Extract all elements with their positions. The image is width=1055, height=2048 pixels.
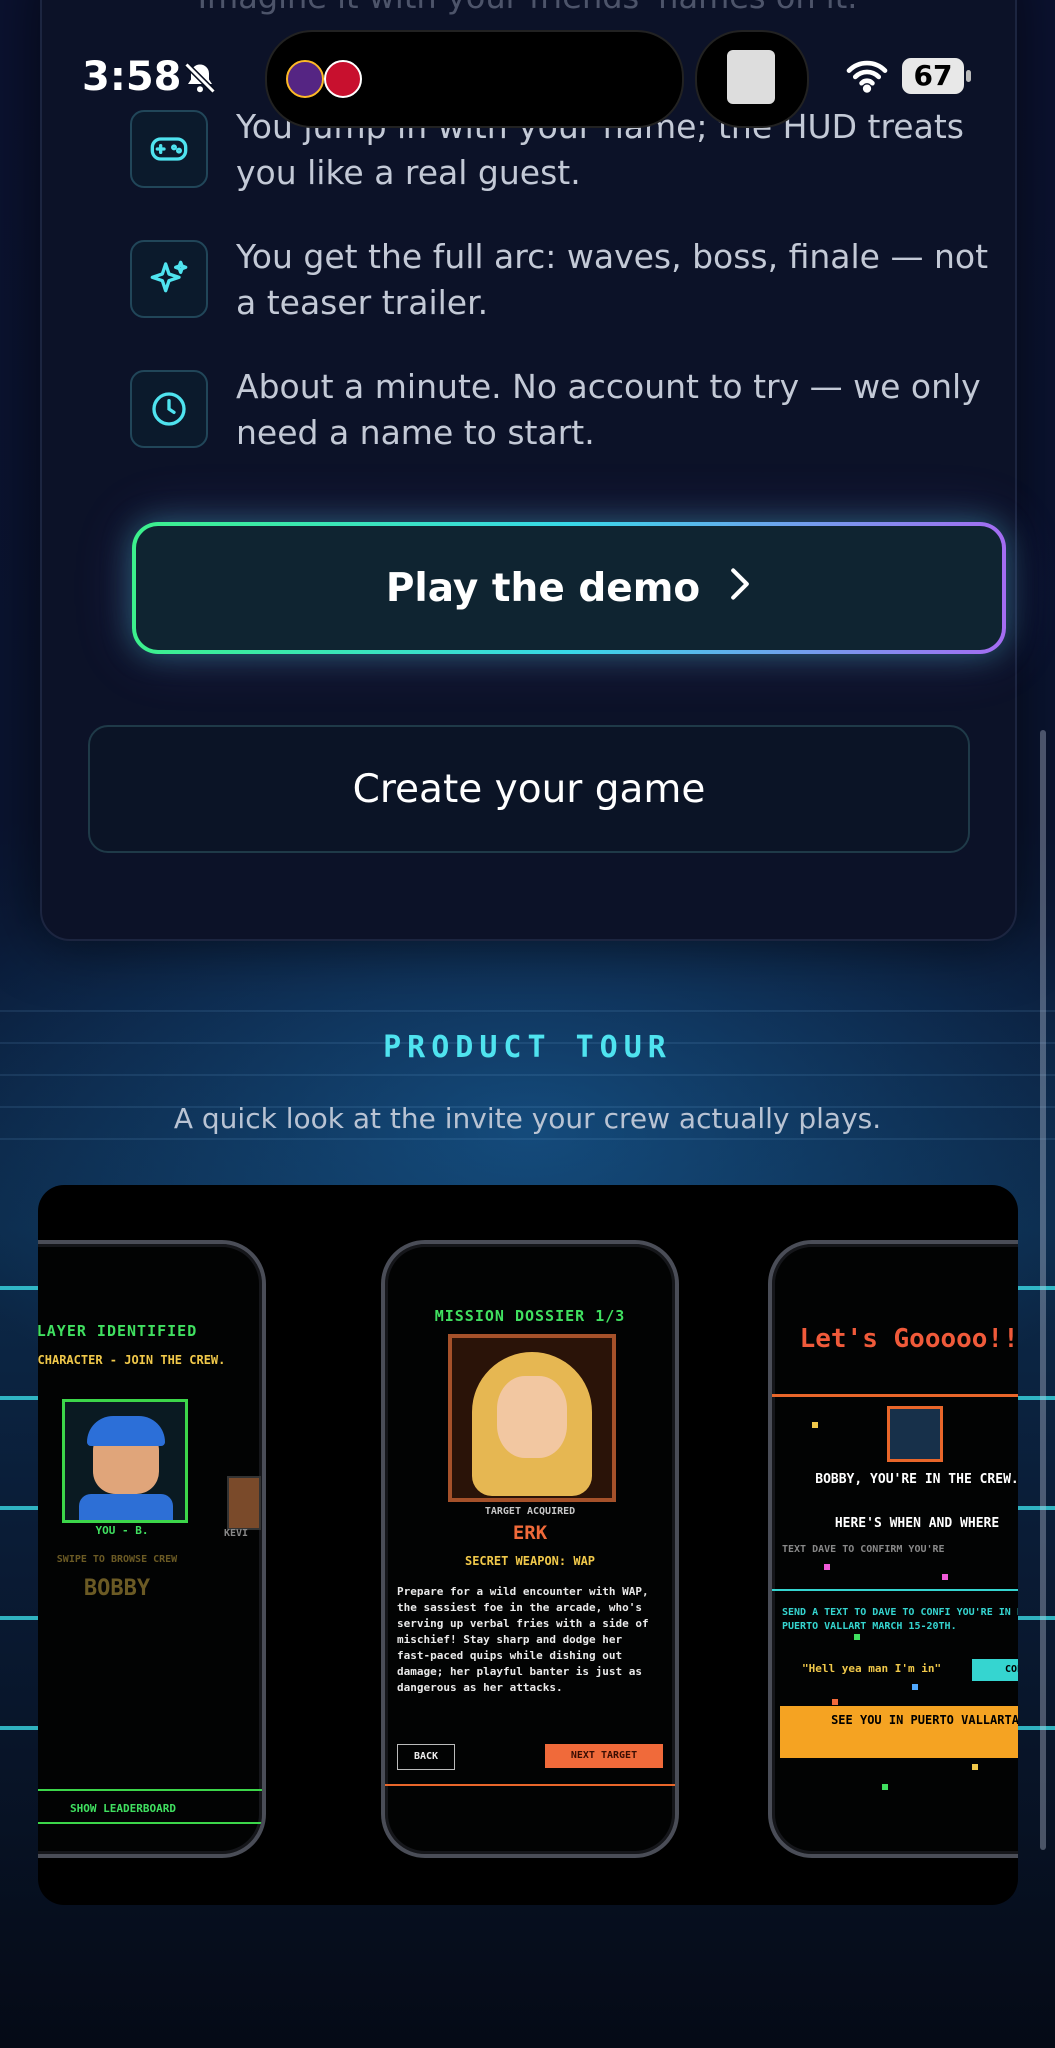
player-avatar	[887, 1406, 943, 1462]
feature-text: About a minute. No account to try — we o…	[236, 367, 981, 452]
status-bar: Imagine it with your friends' names on i…	[0, 0, 1055, 140]
confetti	[972, 1764, 978, 1770]
ghost-heading-text: Imagine it with your friends' names on i…	[0, 0, 1055, 16]
confirm-hint: TEXT DAVE TO CONFIRM YOU'RE	[782, 1544, 945, 1555]
see-you-banner: SEE YOU IN PUERTO VALLARTA	[780, 1706, 1018, 1758]
pistons-logo-icon	[324, 60, 362, 98]
sparkles-icon	[130, 240, 208, 318]
secret-weapon: SECRET WEAPON: WAP	[464, 1554, 596, 1568]
phone-mockup-dossier: MISSION DOSSIER 1/3 TARGET ACQUIRED ERK …	[381, 1240, 679, 1858]
bell-muted-icon	[182, 60, 218, 96]
celebration-headline: Let's Gooooo!!!	[799, 1324, 1018, 1354]
divider	[38, 1789, 262, 1791]
target-name: ERK	[512, 1522, 548, 1544]
confetti	[832, 1699, 838, 1705]
target-acquired-label: TARGET ACQUIRED	[484, 1506, 576, 1517]
create-game-button[interactable]: Create your game	[88, 725, 970, 853]
phone-subtitle: OUR CHARACTER - JOIN THE CREW.	[38, 1353, 226, 1367]
chevron-right-icon	[728, 566, 752, 611]
play-demo-button[interactable]: Play the demo	[132, 522, 1006, 654]
lakers-logo-icon	[286, 60, 324, 98]
battery-indicator: 67	[902, 58, 964, 94]
product-tour-label: PRODUCT TOUR	[383, 1030, 672, 1065]
play-demo-label: Play the demo	[385, 565, 701, 611]
battery-nub	[966, 70, 971, 82]
confetti	[912, 1684, 918, 1690]
confetti	[942, 1574, 948, 1580]
phone-mockup-character: LAYER IDENTIFIED OUR CHARACTER - JOIN TH…	[38, 1240, 266, 1858]
next-target-button: NEXT TARGET	[545, 1744, 663, 1768]
target-portrait	[448, 1334, 616, 1502]
clock-icon	[130, 370, 208, 448]
divider	[772, 1394, 1018, 1397]
back-button: BACK	[397, 1744, 455, 1770]
show-leaderboard-link: SHOW LEADERBOARD	[70, 1802, 176, 1815]
wifi-icon	[845, 58, 889, 94]
confetti	[882, 1784, 888, 1790]
you-label: YOU - B.	[95, 1524, 149, 1537]
reply-quote: "Hell yea man I'm in"	[802, 1662, 942, 1675]
status-time: 3:58	[82, 54, 182, 100]
divider	[772, 1589, 1018, 1591]
target-blurb: Prepare for a wild encounter with WAP, t…	[397, 1585, 649, 1694]
phone-mockup-confirmation: Let's Gooooo!!! BOBBY, YOU'RE IN THE CRE…	[768, 1240, 1018, 1858]
swipe-hint: SWIPE TO BROWSE CREW	[56, 1554, 178, 1565]
kev-label: KEVI	[224, 1528, 249, 1539]
text-dave-instructions: SEND A TEXT TO DAVE TO CONFI YOU'RE IN F…	[782, 1607, 1018, 1632]
crew-confirm-text: BOBBY, YOU'RE IN THE CREW.	[815, 1472, 1018, 1487]
copy-button: COPY	[972, 1659, 1018, 1681]
product-tour-subtitle: A quick look at the invite your crew act…	[173, 1102, 882, 1135]
crew-avatar-thumb	[227, 1476, 261, 1530]
feature-text: You get the full arc: waves, boss, final…	[236, 237, 989, 322]
phone-title: MISSION DOSSIER 1/3	[434, 1307, 626, 1325]
product-tour-carousel[interactable]: LAYER IDENTIFIED OUR CHARACTER - JOIN TH…	[38, 1185, 1018, 1905]
phone-title: LAYER IDENTIFIED	[38, 1322, 198, 1340]
confetti	[812, 1422, 818, 1428]
confetti	[824, 1564, 830, 1570]
character-avatar	[62, 1399, 188, 1523]
divider	[385, 1784, 675, 1786]
when-where-text: HERE'S WHEN AND WHERE	[834, 1516, 1000, 1531]
newspaper-icon	[727, 50, 775, 104]
confetti	[854, 1634, 860, 1640]
create-game-label: Create your game	[352, 766, 706, 812]
divider	[38, 1822, 262, 1824]
scrollbar[interactable]	[1040, 730, 1046, 1850]
player-name: BOBBY	[83, 1576, 151, 1601]
